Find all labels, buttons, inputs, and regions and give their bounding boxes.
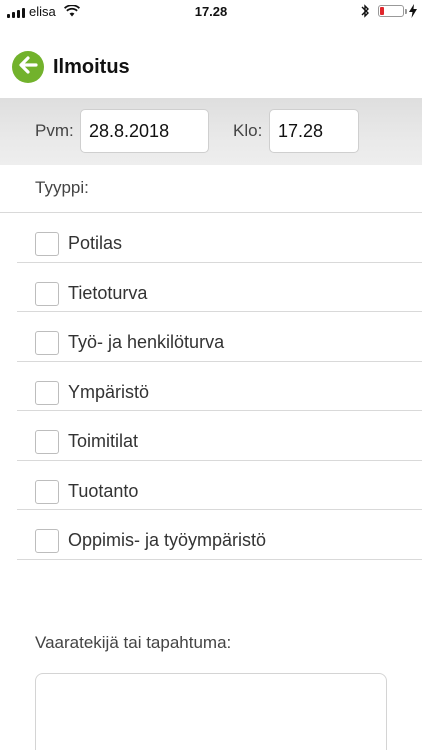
checkbox[interactable] — [35, 380, 59, 405]
date-time-row: Pvm: 28.8.2018 Klo: 17.28 — [0, 98, 422, 165]
type-label: Tyyppi: — [35, 178, 89, 197]
status-bar: elisa 17.28 — [0, 0, 422, 24]
hazard-label: Vaaratekijä tai tapahtuma: — [35, 633, 232, 652]
time-field[interactable]: 17.28 — [269, 109, 359, 153]
back-button[interactable] — [12, 51, 44, 83]
battery-icon — [378, 5, 404, 17]
option-ymparisto[interactable]: Ympäristö — [0, 362, 422, 411]
page-title: Ilmoitus — [53, 56, 130, 78]
checkbox[interactable] — [35, 529, 59, 553]
checkbox[interactable] — [35, 479, 59, 504]
option-tyo-ja-henkiloturva[interactable]: Työ- ja henkilöturva — [0, 312, 422, 362]
checkbox[interactable] — [35, 281, 59, 306]
date-field[interactable]: 28.8.2018 — [80, 109, 209, 153]
arrow-left-icon — [18, 55, 38, 79]
option-tietoturva[interactable]: Tietoturva — [0, 263, 422, 312]
date-label: Pvm: — [35, 121, 74, 140]
option-label: Työ- ja henkilöturva — [68, 332, 225, 352]
option-oppimis-ja-tyoymparisto[interactable]: Oppimis- ja työympäristö — [0, 510, 422, 560]
option-label: Oppimis- ja työympäristö — [68, 530, 267, 550]
option-tuotanto[interactable]: Tuotanto — [0, 461, 422, 510]
app-header: Ilmoitus — [0, 46, 422, 90]
option-label: Tuotanto — [68, 480, 139, 501]
checkbox[interactable] — [35, 232, 59, 256]
bluetooth-icon — [360, 3, 370, 24]
option-label: Toimitilat — [68, 431, 139, 451]
option-potilas[interactable]: Potilas — [0, 213, 422, 263]
type-options-list: Potilas Tietoturva Työ- ja henkilöturva … — [0, 213, 422, 560]
charging-icon — [409, 4, 417, 23]
hazard-textarea[interactable] — [35, 673, 387, 750]
time-label: Klo: — [233, 121, 263, 140]
checkbox[interactable] — [35, 430, 59, 454]
option-label: Tietoturva — [68, 282, 148, 303]
option-label: Ympäristö — [68, 381, 150, 402]
option-toimitilat[interactable]: Toimitilat — [0, 411, 422, 461]
status-time: 17.28 — [194, 4, 228, 19]
checkbox[interactable] — [35, 331, 59, 355]
option-label: Potilas — [68, 233, 123, 253]
